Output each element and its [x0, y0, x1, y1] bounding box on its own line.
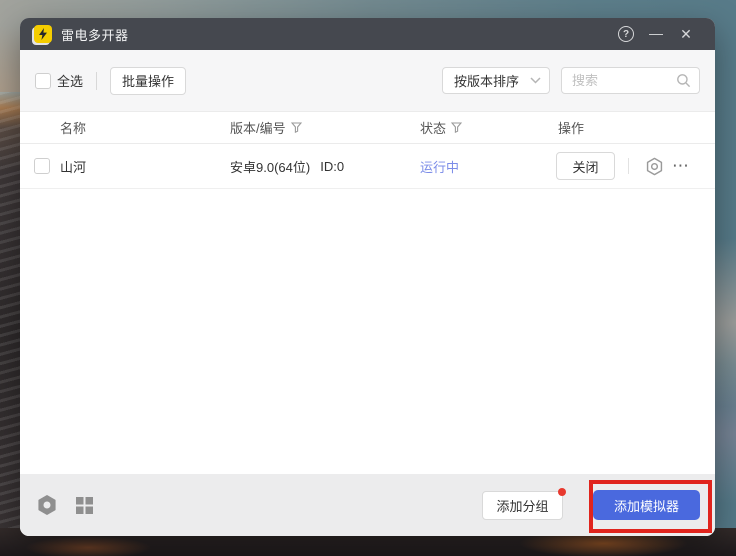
search-box: [561, 67, 700, 94]
instance-actions: 关闭 ⋯: [556, 144, 691, 188]
add-emulator-button[interactable]: 添加模拟器: [593, 490, 700, 520]
app-logo-icon: [34, 25, 52, 43]
sort-dropdown-value: 按版本排序: [454, 71, 530, 90]
gear-icon: [36, 494, 58, 516]
filter-icon[interactable]: [451, 122, 462, 133]
instance-settings-button[interactable]: [642, 154, 666, 178]
row-checkbox[interactable]: [34, 158, 50, 174]
help-button[interactable]: ?: [611, 18, 641, 50]
table-row: 山河 安卓9.0(64位) ID:0 运行中 关闭 ⋯: [20, 144, 715, 189]
filter-icon[interactable]: [291, 122, 302, 133]
toolbar: 全选 批量操作 按版本排序: [20, 50, 715, 111]
ldplayer-multi-instance-window: 雷电多开器 ? — ✕ 全选 批量操作 按版本排序: [20, 18, 715, 536]
window-title: 雷电多开器: [61, 25, 129, 44]
sort-dropdown[interactable]: 按版本排序: [442, 67, 550, 94]
add-group-label: 添加分组: [496, 496, 548, 515]
column-header-status: 状态: [420, 112, 462, 143]
minimize-icon: —: [649, 25, 663, 41]
column-header-action: 操作: [558, 112, 584, 143]
grid-view-button[interactable]: [72, 493, 96, 517]
gear-icon: [645, 157, 664, 176]
more-menu-button[interactable]: ⋯: [672, 156, 691, 176]
search-icon[interactable]: [676, 73, 691, 88]
select-all-checkbox[interactable]: [35, 73, 51, 89]
instance-id: ID:0: [320, 159, 344, 174]
close-instance-button[interactable]: 关闭: [556, 152, 615, 180]
close-button[interactable]: ✕: [671, 18, 701, 50]
more-icon: ⋯: [672, 156, 691, 175]
footer: 添加分组 添加模拟器: [20, 474, 715, 536]
instance-status: 运行中: [420, 144, 459, 188]
close-icon: ✕: [680, 26, 692, 43]
help-icon: ?: [618, 26, 634, 42]
search-input[interactable]: [572, 73, 676, 88]
select-all-label[interactable]: 全选: [57, 71, 83, 90]
action-divider: [628, 158, 629, 174]
notification-dot: [558, 488, 566, 496]
minimize-button[interactable]: —: [641, 18, 671, 50]
table-header: 名称 版本/编号 状态 操作: [20, 111, 715, 144]
lightning-bolt-icon: [38, 28, 48, 40]
instance-version: 安卓9.0(64位): [230, 157, 310, 176]
instance-list-empty-area: [20, 189, 715, 474]
settings-button[interactable]: [35, 493, 59, 517]
chevron-down-icon: [530, 77, 541, 84]
column-header-version: 版本/编号: [230, 112, 302, 143]
column-header-name: 名称: [60, 112, 86, 143]
instance-name: 山河: [60, 144, 86, 188]
add-group-button[interactable]: 添加分组: [482, 491, 563, 520]
instance-version-cell: 安卓9.0(64位) ID:0: [230, 144, 344, 188]
grid-icon: [75, 496, 94, 515]
desktop-wallpaper-rocks-left: [0, 92, 22, 556]
titlebar: 雷电多开器 ? — ✕: [20, 18, 715, 50]
toolbar-divider: [96, 72, 97, 90]
batch-operation-button[interactable]: 批量操作: [110, 67, 186, 95]
